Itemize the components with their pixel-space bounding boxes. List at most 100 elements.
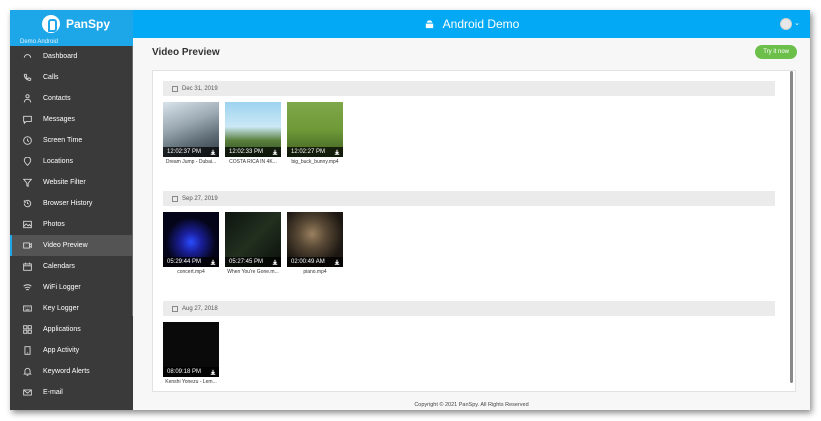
video-item[interactable]: 02:00:49 AM piano.mp4 — [287, 212, 343, 275]
download-icon[interactable] — [210, 149, 216, 155]
video-item[interactable]: 05:29:44 PM concert.mp4 — [163, 212, 219, 275]
video-thumbnail[interactable]: 08:09:18 PM — [163, 322, 219, 377]
page-title: Video Preview — [152, 46, 220, 58]
android-icon — [425, 19, 433, 28]
video-thumbnail[interactable]: 05:29:44 PM — [163, 212, 219, 267]
app-window: PanSpy Demo Android Dashboard Calls Contac… — [10, 10, 810, 410]
video-time: 12:02:33 PM — [229, 149, 264, 155]
brand[interactable]: PanSpy — [10, 10, 133, 38]
download-icon[interactable] — [210, 369, 216, 375]
date-header: Sep 27, 2019 — [163, 191, 775, 206]
main-content: Video Preview Try it now Dec 31, 2019 12:… — [133, 38, 810, 410]
video-time: 12:02:37 PM — [167, 149, 202, 155]
mail-icon — [22, 388, 32, 398]
video-filename: big_buck_bunny.mp4 — [291, 159, 339, 165]
sidebar-nav: Dashboard Calls Contacts Messages Screen Tim… — [10, 46, 133, 403]
video-thumbnail[interactable]: 12:02:37 PM — [163, 102, 219, 157]
date-header: Aug 27, 2018 — [163, 301, 775, 316]
sidebar-item-contacts[interactable]: Contacts — [10, 88, 133, 109]
video-thumbnail[interactable]: 05:27:45 PM — [225, 212, 281, 267]
video-item[interactable]: 08:09:18 PM Kenshi Yonezu - Lem... — [163, 322, 219, 385]
sidebar-item-label: Contacts — [43, 95, 71, 102]
sidebar-item-messages[interactable]: Messages — [10, 109, 133, 130]
sidebar-item-label: Website Filter — [43, 179, 86, 186]
video-time: 08:09:18 PM — [167, 369, 202, 375]
sidebar-item-label: Video Preview — [43, 242, 88, 249]
video-filename: Dream Jump - Dubai... — [165, 159, 217, 165]
header-title: Android Demo — [442, 17, 520, 31]
brand-name: PanSpy — [66, 17, 111, 31]
sidebar-item-e-mail[interactable]: E-mail — [10, 382, 133, 403]
sidebar-item-calls[interactable]: Calls — [10, 67, 133, 88]
calendar-icon — [22, 262, 32, 272]
date-header: Dec 31, 2019 — [163, 81, 775, 96]
calendar-icon — [172, 195, 178, 202]
account-switcher[interactable]: Demo Android — [10, 38, 133, 46]
sidebar-item-screen-time[interactable]: Screen Time — [10, 130, 133, 151]
sidebar-item-browser-history[interactable]: Browser History — [10, 193, 133, 214]
activity-icon — [22, 346, 32, 356]
video-filename: Kenshi Yonezu - Lem... — [165, 379, 217, 385]
sidebar-item-wifi-logger[interactable]: WiFi Logger — [10, 277, 133, 298]
video-time: 05:29:44 PM — [167, 259, 202, 265]
sidebar-item-photos[interactable]: Photos — [10, 214, 133, 235]
video-item[interactable]: 12:02:33 PM COSTA RICA IN 4K... — [225, 102, 281, 165]
keyboard-icon — [22, 304, 32, 314]
content-scrollbar[interactable] — [790, 71, 793, 383]
video-filename: concert.mp4 — [177, 269, 205, 275]
download-icon[interactable] — [334, 149, 340, 155]
sidebar-item-video-preview[interactable]: Video Preview — [10, 235, 133, 256]
video-item[interactable]: 12:02:37 PM Dream Jump - Dubai... — [163, 102, 219, 165]
video-item[interactable]: 05:27:45 PM When You're Gone.m... — [225, 212, 281, 275]
sidebar-item-applications[interactable]: Applications — [10, 319, 133, 340]
download-icon[interactable] — [210, 259, 216, 265]
sidebar-item-website-filter[interactable]: Website Filter — [10, 172, 133, 193]
date-label: Sep 27, 2019 — [182, 195, 218, 202]
sidebar-item-label: App Activity — [43, 347, 80, 354]
video-thumbnail[interactable]: 12:02:27 PM — [287, 102, 343, 157]
sidebar-item-app-activity[interactable]: App Activity — [10, 340, 133, 361]
video-item[interactable]: 12:02:27 PM big_buck_bunny.mp4 — [287, 102, 343, 165]
video-time: 05:27:45 PM — [229, 259, 264, 265]
sidebar-item-label: Dashboard — [43, 53, 78, 60]
sidebar: PanSpy Demo Android Dashboard Calls Contac… — [10, 10, 133, 410]
dashboard-icon — [22, 52, 32, 62]
video-panel: Dec 31, 2019 12:02:37 PM Dream Jump - Duba… — [152, 70, 796, 392]
sidebar-item-dashboard[interactable]: Dashboard — [10, 46, 133, 67]
location-pin-icon — [22, 157, 32, 167]
sidebar-item-label: WiFi Logger — [43, 284, 81, 291]
wifi-icon — [22, 283, 32, 293]
video-time: 12:02:27 PM — [291, 149, 326, 155]
account-label: Demo Android — [20, 39, 59, 45]
phone-icon — [22, 73, 32, 83]
header-bar: Android Demo ⌄ — [133, 10, 810, 38]
apps-grid-icon — [22, 325, 32, 335]
video-time: 02:00:49 AM — [291, 259, 325, 265]
date-label: Dec 31, 2019 — [182, 85, 218, 92]
sidebar-item-keyword-alerts[interactable]: Keyword Alerts — [10, 361, 133, 382]
calendar-icon — [172, 305, 178, 312]
sidebar-item-label: Photos — [43, 221, 65, 228]
sidebar-item-key-logger[interactable]: Key Logger — [10, 298, 133, 319]
message-icon — [22, 115, 32, 125]
video-thumbnail[interactable]: 02:00:49 AM — [287, 212, 343, 267]
image-icon — [22, 220, 32, 230]
sidebar-item-locations[interactable]: Locations — [10, 151, 133, 172]
chevron-down-icon[interactable]: ⌄ — [794, 19, 800, 27]
avatar[interactable] — [780, 18, 792, 30]
sidebar-item-label: Applications — [43, 326, 81, 333]
download-icon[interactable] — [334, 259, 340, 265]
sidebar-item-label: Locations — [43, 158, 73, 165]
sidebar-item-label: Calls — [43, 74, 59, 81]
download-icon[interactable] — [272, 149, 278, 155]
filter-icon — [22, 178, 32, 188]
try-it-now-button[interactable]: Try it now — [755, 45, 797, 59]
sidebar-item-calendars[interactable]: Calendars — [10, 256, 133, 277]
sidebar-item-label: Calendars — [43, 263, 75, 270]
panspy-logo-icon — [42, 15, 60, 33]
video-icon — [22, 241, 32, 251]
sidebar-item-label: Browser History — [43, 200, 93, 207]
sidebar-item-label: Messages — [43, 116, 75, 123]
download-icon[interactable] — [272, 259, 278, 265]
video-thumbnail[interactable]: 12:02:33 PM — [225, 102, 281, 157]
